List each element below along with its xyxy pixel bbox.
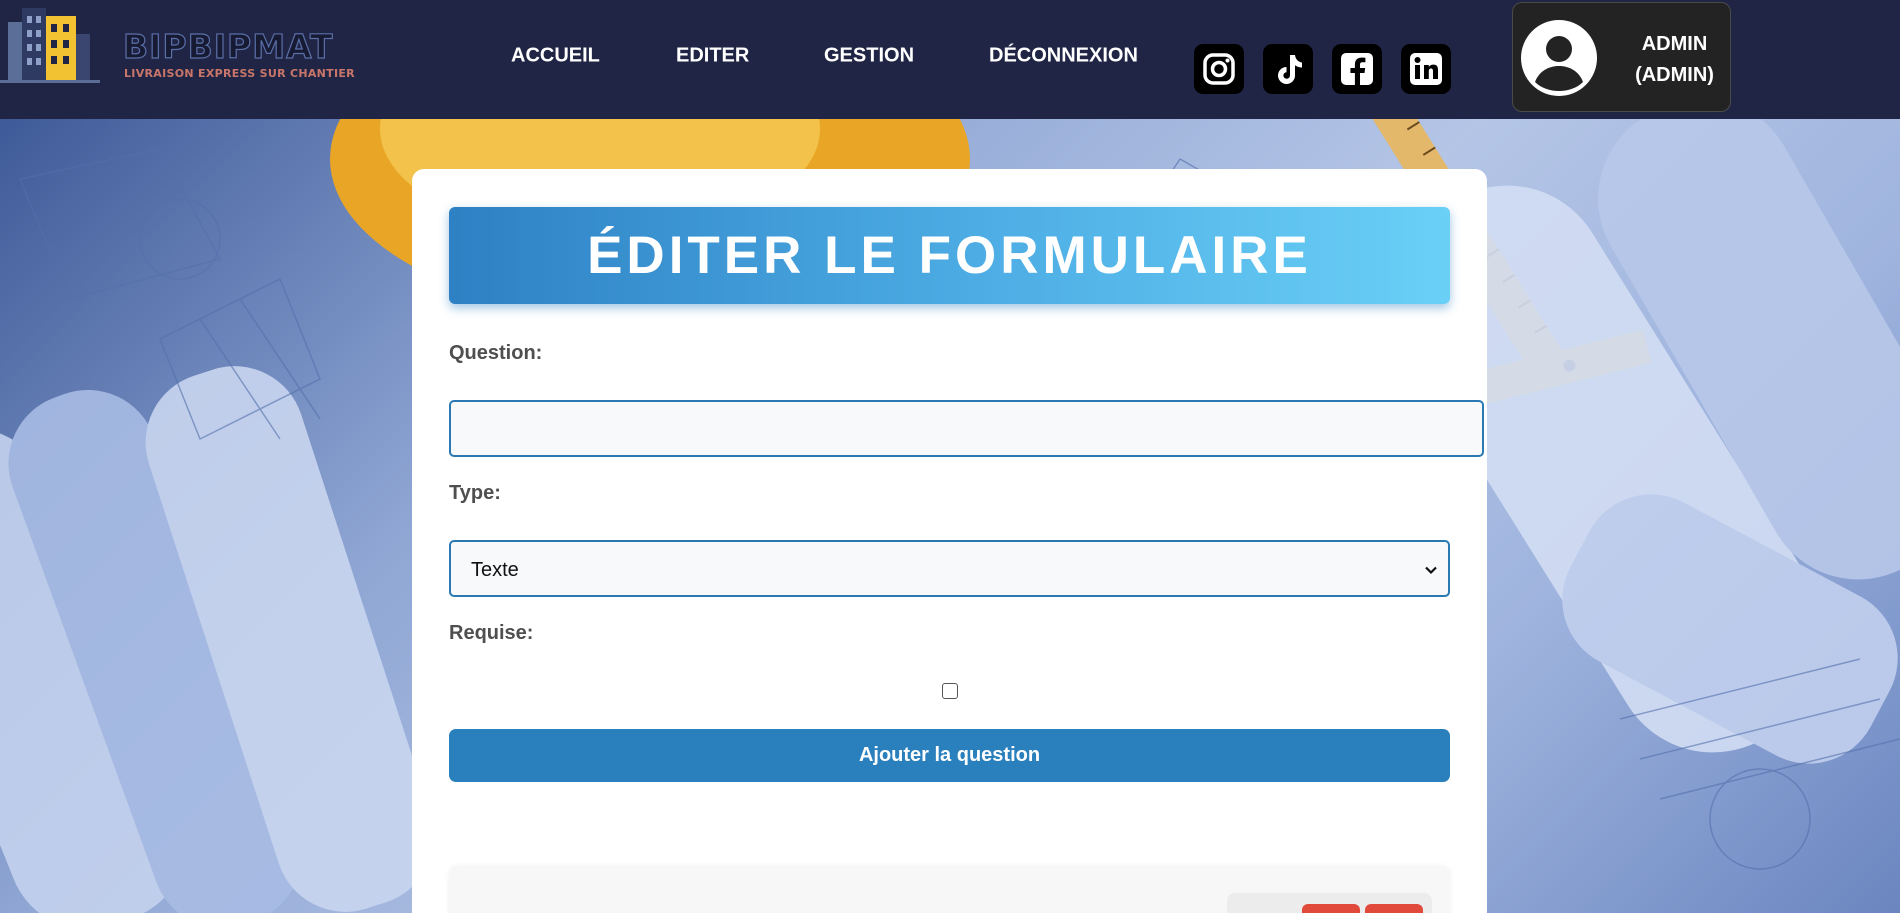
- form-editor-card: ÉDITER LE FORMULAIRE Question: Type: Tex…: [412, 169, 1487, 913]
- page-title: ÉDITER LE FORMULAIRE: [587, 226, 1312, 285]
- nav-link-editer[interactable]: EDITER: [676, 45, 749, 68]
- tiktok-icon[interactable]: [1263, 44, 1313, 94]
- required-label: Requise:: [449, 622, 534, 644]
- required-checkbox[interactable]: [942, 683, 958, 699]
- user-name: ADMIN (ADMIN): [1635, 33, 1714, 86]
- chevron-down-icon: [1425, 566, 1437, 575]
- building-logo-icon: [0, 8, 100, 83]
- brand-name: BIPBIPMAT: [122, 27, 334, 66]
- type-select[interactable]: Texte: [449, 540, 1450, 597]
- top-navbar: BIPBIPMAT LIVRAISON EXPRESS SUR CHANTIER…: [0, 0, 1900, 119]
- brand-tagline: LIVRAISON EXPRESS SUR CHANTIER: [124, 67, 355, 80]
- delete-question-button[interactable]: [1365, 904, 1423, 913]
- question-list-item: [449, 866, 1450, 913]
- user-avatar-icon: [1521, 20, 1597, 96]
- type-select-value: Texte: [471, 559, 519, 581]
- title-banner: ÉDITER LE FORMULAIRE: [449, 207, 1450, 304]
- question-label: Question:: [449, 342, 543, 364]
- linkedin-icon[interactable]: [1401, 44, 1451, 94]
- nav-link-deconnexion[interactable]: DÉCONNEXION: [989, 45, 1138, 68]
- brand-logo[interactable]: BIPBIPMAT LIVRAISON EXPRESS SUR CHANTIER: [0, 0, 355, 84]
- type-label: Type:: [449, 482, 501, 504]
- question-input[interactable]: [449, 400, 1484, 457]
- nav-link-gestion[interactable]: GESTION: [824, 45, 914, 68]
- facebook-icon[interactable]: [1332, 44, 1382, 94]
- add-question-button[interactable]: Ajouter la question: [449, 729, 1450, 782]
- instagram-icon[interactable]: [1194, 44, 1244, 94]
- user-profile-box[interactable]: ADMIN (ADMIN): [1512, 2, 1731, 112]
- edit-question-button[interactable]: [1302, 904, 1360, 913]
- nav-link-accueil[interactable]: ACCUEIL: [511, 45, 600, 68]
